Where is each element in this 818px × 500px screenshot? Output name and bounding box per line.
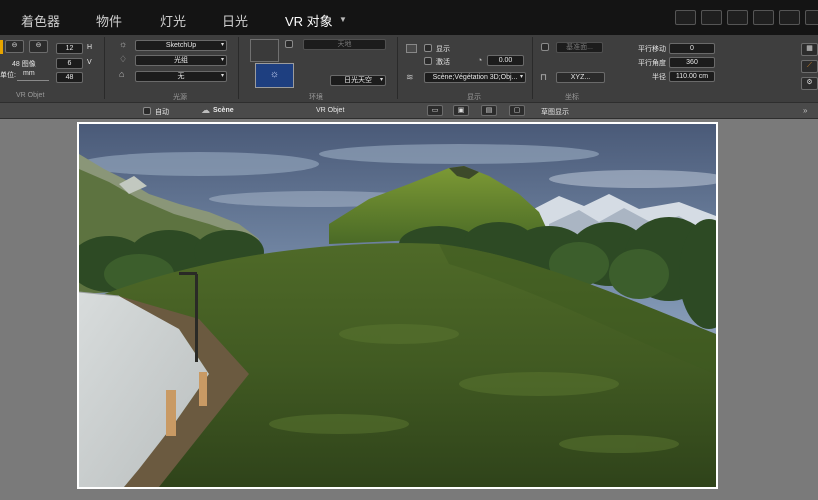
radius-label: 半径 [652,74,666,81]
pan-label: 平行移动 [638,46,666,53]
divider [104,37,105,99]
divider [238,37,239,99]
gear-icon[interactable]: ⚙ [801,77,818,90]
images-count: 48 图像 [12,61,36,68]
scene-path-value: Scène;Végétation 3D;Obj... [432,74,518,81]
fullscreen-icon[interactable]: ▢ [509,105,525,116]
auto-label: 自动 [155,109,169,116]
light-mode-dropdown[interactable]: 无 ▾ [135,71,227,82]
activate-checkbox[interactable] [424,57,432,65]
chevron-down-icon: ▾ [379,77,383,83]
light-group-dropdown[interactable]: 光组 ▾ [135,55,227,66]
angle-label: 平行角度 [638,60,666,67]
display-box-icon [406,44,417,53]
scene-label: Scène [213,107,234,114]
h-label: H [87,44,93,51]
section-vr-objet: VR Objet [16,92,45,99]
crop-icon[interactable] [701,10,722,25]
windows-icon[interactable] [727,10,748,25]
scene-icon: ☁ [201,105,210,115]
layout-icon[interactable]: ▤ [481,105,497,116]
base-plane-field[interactable]: 基准面... [556,42,603,53]
v-label: V [87,59,92,66]
unit-underline [17,80,49,81]
display-value-field[interactable]: 0.00 [487,55,524,66]
layers-icon: ≋ [406,72,414,82]
tab-objects[interactable]: 物件 [96,11,122,30]
chevron-down-icon: ▾ [519,74,523,80]
chevron-down-icon: ▾ [220,42,224,48]
ground-field[interactable]: 天地 [303,39,386,50]
tab-lights[interactable]: 灯光 [160,11,186,30]
sky-value: 日光天空 [344,77,372,84]
tab-dropdown-icon[interactable]: ▼ [339,15,347,24]
show-checkbox[interactable] [424,44,432,52]
light-mode-value: 无 [177,73,185,80]
tool-icon[interactable]: ⟋ [801,60,818,73]
vr-objet-label: VR Objet [316,107,345,114]
tab-sunlight[interactable]: 日光 [222,11,248,30]
sun-icon: ☼ [269,69,280,80]
section-environment: 环境 [309,94,323,101]
section-light: 光源 [173,94,187,101]
sky-preview[interactable]: ☼ [255,63,294,88]
orbit-alt-button[interactable]: ⊖ [29,40,48,53]
renderer-dropdown[interactable]: SketchUp ▾ [135,40,227,51]
background-swatch[interactable] [250,39,279,62]
angle-field[interactable]: 360 [669,57,715,68]
sky-dropdown[interactable]: 日光天空 ▾ [330,75,386,86]
light-group-value: 光组 [174,57,188,64]
xyz-button[interactable]: XYZ... [556,72,605,83]
divider [397,37,398,99]
orbit-mode-button[interactable]: ⊖ [5,40,24,53]
camera-icon[interactable] [753,10,774,25]
v-count-field[interactable]: 6 [56,58,83,69]
frame-icon[interactable]: ▭ [427,105,443,116]
accent-marker [0,40,3,54]
tab-shaders[interactable]: 着色器 [21,11,60,30]
timer-icon: ◔ [477,55,483,65]
h-count-field[interactable]: 12 [56,43,83,54]
blank-panel-icon[interactable] [779,10,800,25]
radius-field[interactable]: 110.00 cm [669,71,715,82]
unit-value: mm [23,70,35,77]
chevron-down-icon: ▾ [220,73,224,79]
checker-icon[interactable]: ▦ [801,43,818,56]
landscape-render [79,124,716,487]
section-display: 显示 [467,94,481,101]
divider [532,37,533,99]
lock-icon: ⊓ [540,72,548,82]
unit-label: 单位: [0,72,16,79]
sketch-display-label: 草图显示 [541,109,569,116]
show-label: 显示 [436,46,450,53]
coord-checkbox[interactable] [541,43,549,51]
chevron-down-icon: ▾ [220,57,224,63]
top-tab-bar: 着色器 物件 灯光 日光 VR 对象 ▼ [0,0,818,35]
sun-small-icon: ☼ [119,39,128,49]
render-viewport[interactable] [77,122,718,489]
section-coordinates: 坐标 [565,94,579,101]
more-panel-icon[interactable] [805,10,818,25]
auto-checkbox[interactable] [143,107,151,115]
bulb-icon: ♢ [119,54,128,64]
activate-label: 激活 [436,59,450,66]
fast-forward-icon[interactable]: » [803,106,807,115]
tab-vr-object[interactable]: VR 对象 [285,11,333,30]
viewport-header-bar: 自动 ☁ Scène VR Objet ▭ ▣ ▤ ▢ 草图显示 » [0,102,818,119]
cart-icon[interactable] [675,10,696,25]
vr-object-toolbar: ⊖ ⊖ 48 图像 单位: mm 12 H 6 V 48 VR Objet ☼ … [0,35,818,102]
env-checkbox[interactable] [285,40,293,48]
lamp-icon: ⌂ [119,69,125,79]
renderer-value: SketchUp [165,42,197,49]
pan-field[interactable]: 0 [669,43,715,54]
total-count-field[interactable]: 48 [56,72,83,83]
scene-path-dropdown[interactable]: Scène;Végétation 3D;Obj... ▾ [424,72,526,83]
fit-icon[interactable]: ▣ [453,105,469,116]
